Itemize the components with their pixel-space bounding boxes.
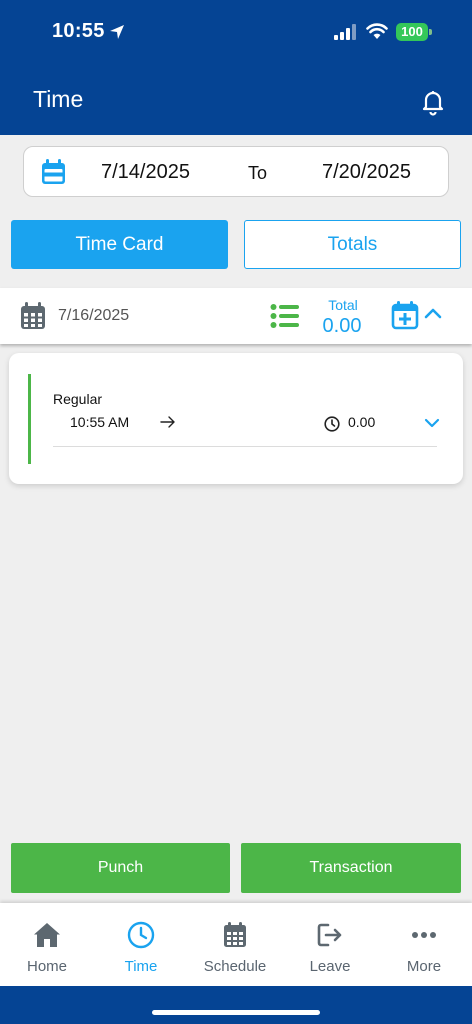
total-label: Total <box>328 297 358 313</box>
wifi-icon <box>366 23 388 39</box>
chevron-down-icon[interactable] <box>424 417 440 429</box>
nav-label-time: Time <box>124 958 158 975</box>
nav-item-leave[interactable]: Leave <box>283 903 377 986</box>
home-indicator[interactable] <box>152 1010 320 1015</box>
entry-hours: 0.00 <box>348 414 376 430</box>
day-header: 7/16/2025 Total 0.00 <box>0 288 472 344</box>
entry-type: Regular <box>53 391 103 407</box>
date-to[interactable]: 7/20/2025 <box>322 161 411 184</box>
battery-indicator: 100 <box>396 23 428 41</box>
date-range-picker[interactable]: 7/14/2025 To 7/20/2025 <box>23 146 449 197</box>
date-to-label: To <box>248 163 268 183</box>
nav-label-home: Home <box>26 958 67 975</box>
total-value: 0.00 <box>322 315 362 337</box>
nav-label-leave: Leave <box>309 958 351 975</box>
clock-icon <box>127 921 155 949</box>
tab-time-card[interactable]: Time Card <box>11 220 228 269</box>
arrow-right-icon <box>160 416 175 428</box>
entry-divider <box>53 446 437 447</box>
nav-label-more: More <box>406 958 442 975</box>
date-from[interactable]: 7/14/2025 <box>101 161 190 184</box>
tab-totals[interactable]: Totals <box>244 220 461 269</box>
clock-icon <box>324 416 340 432</box>
status-time: 10:55 <box>52 20 105 42</box>
battery-nub <box>429 29 432 35</box>
calendar-plus-icon[interactable] <box>391 300 419 330</box>
calendar-grid-icon <box>21 302 45 329</box>
app-bar: Time <box>0 68 472 135</box>
bell-icon[interactable] <box>419 88 447 116</box>
location-arrow-icon <box>110 25 124 39</box>
punch-button[interactable]: Punch <box>11 843 230 893</box>
entry-start-time: 10:55 AM <box>70 414 130 430</box>
nav-label-schedule: Schedule <box>203 958 267 975</box>
list-icon[interactable] <box>270 302 300 330</box>
page-title: Time <box>33 86 84 112</box>
signal-icon <box>334 24 356 40</box>
calendar-grid-icon <box>224 922 246 947</box>
status-bar: 10:55 100 <box>0 0 472 68</box>
bottom-nav: Home Time Schedule Leave More <box>0 903 472 986</box>
nav-item-more[interactable]: More <box>377 903 471 986</box>
entry-status-bar <box>28 374 31 464</box>
time-entry-card[interactable]: Regular 10:55 AM 0.00 <box>9 353 463 484</box>
transaction-button[interactable]: Transaction <box>241 843 461 893</box>
nav-item-home[interactable]: Home <box>0 903 94 986</box>
chevron-up-icon[interactable] <box>424 306 442 320</box>
leave-icon <box>317 923 342 947</box>
more-dots-icon <box>412 932 436 938</box>
home-icon <box>34 923 60 947</box>
calendar-icon <box>42 159 65 184</box>
day-date: 7/16/2025 <box>58 307 130 324</box>
home-indicator-bar <box>0 986 472 1024</box>
nav-item-schedule[interactable]: Schedule <box>188 903 282 986</box>
nav-item-time[interactable]: Time <box>94 903 188 986</box>
